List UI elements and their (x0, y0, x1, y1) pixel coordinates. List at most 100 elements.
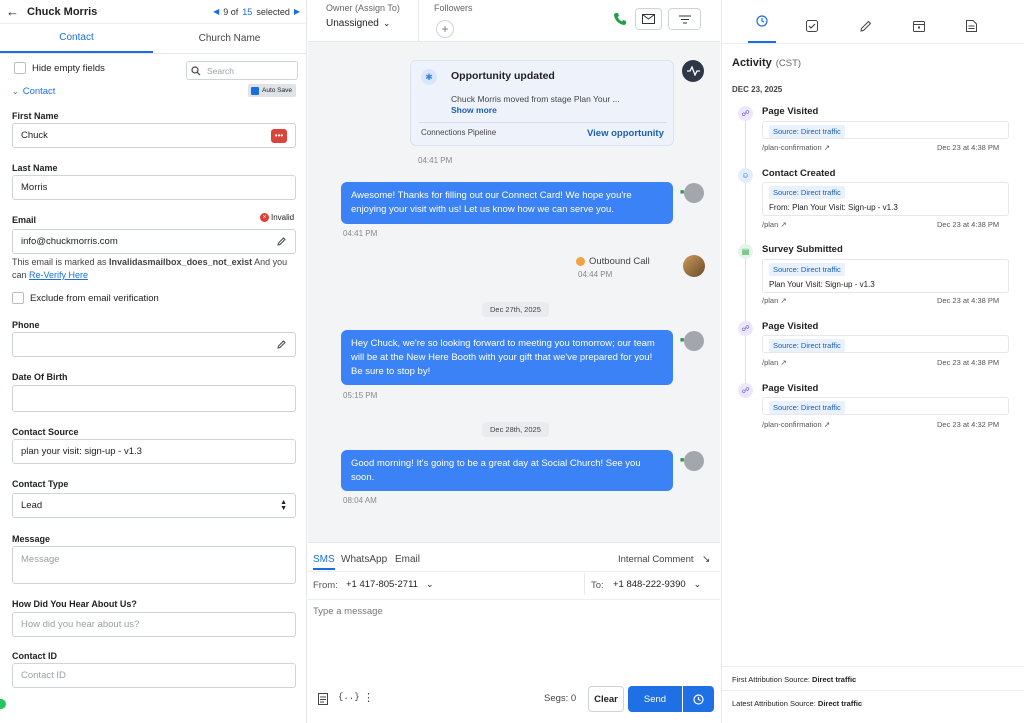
owner-select[interactable]: Unassigned ⌄ (326, 18, 390, 29)
link-text: /plan (762, 220, 779, 229)
activity-item-title: Survey Submitted (762, 244, 843, 255)
status-dot-icon (0, 699, 6, 709)
message-textarea[interactable]: Message (12, 546, 296, 584)
dob-field[interactable] (12, 385, 296, 412)
first-name-field[interactable]: Chuck ••• (12, 123, 296, 148)
activity-item-link[interactable]: /plan ↗ (762, 220, 787, 229)
back-arrow-icon[interactable]: ← (6, 4, 19, 19)
type-label: Contact Type (12, 479, 69, 489)
send-button[interactable]: Send (628, 686, 682, 712)
sender-avatar (684, 451, 704, 471)
type-select[interactable]: Lead ▲ ▼ (12, 493, 296, 518)
from-number-select[interactable]: +1 417-805-2711 ⌄ (346, 579, 433, 590)
source-chip: Source: Direct traffic (769, 186, 845, 199)
source-chip: Source: Direct traffic (769, 401, 845, 414)
note-text-a: This email is marked as (12, 257, 110, 267)
from-to-divider (584, 573, 585, 595)
more-options-icon[interactable]: ⋮ (363, 691, 374, 704)
phone-label: Phone (12, 320, 40, 330)
search-placeholder: Search (207, 65, 234, 76)
email-field[interactable]: info@chuckmorris.com (12, 229, 296, 254)
activity-timezone: (CST) (775, 58, 802, 69)
activity-item-link[interactable]: /plan ↗ (762, 358, 787, 367)
reverify-link[interactable]: Re-Verify Here (29, 270, 88, 280)
select-arrows-icon: ▲ ▼ (280, 498, 287, 512)
phone-call-icon[interactable] (613, 12, 627, 26)
document-icon[interactable] (318, 693, 328, 705)
activity-item-time: Dec 23 at 4:38 PM (937, 358, 1000, 367)
pencil-icon[interactable] (276, 236, 287, 247)
email-compose-button[interactable] (635, 8, 662, 30)
activity-item-card: Source: Direct traffic (762, 335, 1009, 353)
phone-field[interactable] (12, 332, 296, 357)
hide-empty-checkbox[interactable] (14, 62, 26, 74)
contact-tabs: Contact Church Name (0, 24, 306, 54)
add-follower-button[interactable]: + (436, 20, 454, 38)
auto-save-checkbox[interactable] (251, 86, 259, 95)
sender-avatar (684, 331, 704, 351)
source-field[interactable]: plan your visit: sign-up - v1.3 (12, 439, 296, 464)
opportunity-time: 04:41 PM (418, 156, 453, 165)
pager-total: 15 (242, 6, 253, 17)
user-avatar (683, 255, 705, 277)
activity-tab[interactable] (748, 0, 776, 43)
link-text: /plan (762, 358, 779, 367)
exclude-checkbox[interactable] (12, 292, 24, 304)
composer-tab-email[interactable]: Email (395, 554, 420, 565)
notes-pencil-icon[interactable] (860, 20, 872, 32)
view-opportunity-link[interactable]: View opportunity (587, 128, 664, 139)
tab-church-name[interactable]: Church Name (153, 24, 306, 53)
activity-item-time: Dec 23 at 4:38 PM (937, 220, 1000, 229)
latest-attribution-value: Direct traffic (817, 699, 863, 708)
followers-label: Followers (434, 3, 473, 13)
activity-item-link[interactable]: /plan-confirmation ↗ (762, 143, 830, 152)
autofill-icon[interactable]: ••• (271, 128, 287, 143)
activity-item-link[interactable]: /plan ↗ (762, 296, 787, 305)
internal-comment-tab[interactable]: Internal Comment (618, 554, 694, 565)
show-more-link[interactable]: Show more (451, 105, 497, 115)
hear-field[interactable]: How did you hear about us? (12, 612, 296, 637)
contact-section-toggle[interactable]: ⌄ Contact (12, 86, 55, 97)
clear-button[interactable]: Clear (588, 686, 624, 712)
field-search-input[interactable]: Search (186, 61, 298, 80)
auto-save-toggle[interactable]: Auto Save (248, 84, 296, 97)
message-bubble: Awesome! Thanks for filling out our Conn… (341, 182, 673, 224)
composer-tab-whatsapp[interactable]: WhatsApp (341, 554, 387, 565)
contact-topbar: ← Chuck Morris ◀ 9 of 15 selected ▶ (0, 0, 306, 24)
to-label: To: (591, 580, 604, 591)
user-icon: ☺ (738, 168, 753, 183)
next-record-icon[interactable]: ▶ (294, 7, 300, 16)
sms-status-icon: ■ (680, 337, 685, 344)
activity-item-link[interactable]: /plan-confirmation ↗ (762, 420, 830, 429)
cid-field[interactable]: Contact ID (12, 663, 296, 688)
dob-label: Date Of Birth (12, 372, 68, 382)
filter-button[interactable] (668, 8, 701, 30)
chevron-down-icon: ⌄ (693, 579, 702, 589)
composer-tab-sms[interactable]: SMS (313, 554, 335, 570)
pencil-icon[interactable] (276, 339, 287, 350)
outbound-call-time: 04:44 PM (578, 270, 613, 279)
message-label: Message (12, 534, 51, 544)
external-link-icon: ↗ (780, 358, 787, 367)
message-input[interactable]: Type a message (313, 606, 713, 676)
last-name-field[interactable]: Morris (12, 175, 296, 200)
tab-contact[interactable]: Contact (0, 24, 153, 53)
custom-values-icon[interactable]: {..} (338, 692, 360, 702)
documents-icon[interactable] (966, 20, 977, 32)
schedule-send-button[interactable] (683, 686, 714, 712)
chevron-down-icon: ⌄ (12, 87, 19, 96)
conversation-panel: Owner (Assign To) Unassigned ⌄ Followers… (308, 0, 720, 723)
sms-status-icon: ■ (680, 457, 685, 464)
page-visit-icon: ☍ (738, 383, 753, 398)
collapse-icon[interactable]: ↘ (702, 554, 710, 565)
calendar-icon[interactable] (913, 20, 925, 32)
pager-selected: selected (256, 6, 290, 17)
activity-item-title: Page Visited (762, 106, 819, 117)
contact-panel: ← Chuck Morris ◀ 9 of 15 selected ▶ Cont… (0, 0, 307, 723)
link-text: /plan (762, 296, 779, 305)
prev-record-icon[interactable]: ◀ (213, 7, 219, 16)
outbound-call-label: Outbound Call (589, 256, 650, 267)
tasks-icon[interactable] (806, 20, 818, 32)
to-number-select[interactable]: +1 848-222-9390 ⌄ (613, 579, 701, 590)
chevron-down-icon: ⌄ (382, 18, 391, 28)
